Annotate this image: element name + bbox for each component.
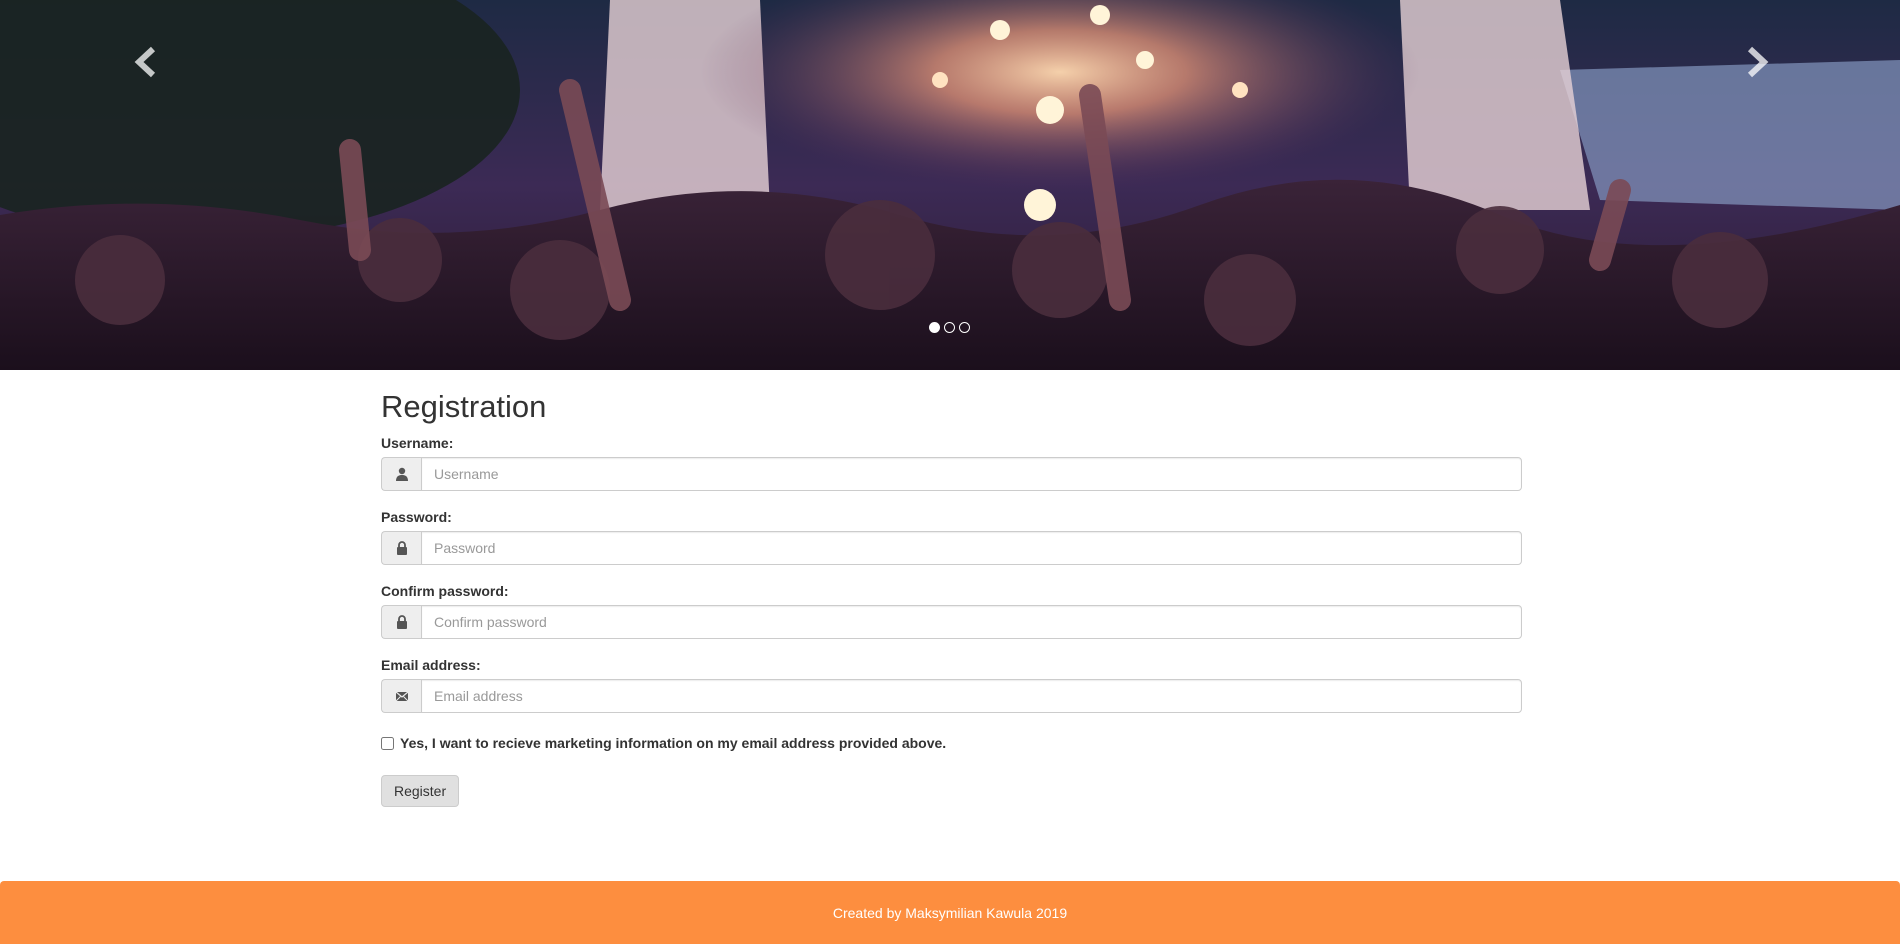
chevron-left-icon <box>134 46 156 78</box>
registration-form: Registration Username: Password: <box>381 370 1522 808</box>
username-label: Username: <box>381 435 454 452</box>
username-input[interactable] <box>421 457 1522 492</box>
footer-credit: Created by Maksymilian Kawula 2019 <box>832 904 1068 921</box>
carousel-indicator-2[interactable] <box>944 322 955 333</box>
lock-icon <box>396 615 407 630</box>
confirm-password-group: Confirm password: <box>381 583 1522 640</box>
username-group: Username: <box>381 435 1522 492</box>
email-input[interactable] <box>421 679 1522 714</box>
lock-icon-addon <box>381 531 421 566</box>
confirm-password-label: Confirm password: <box>381 583 509 600</box>
envelope-icon-addon <box>381 679 421 714</box>
email-label: Email address: <box>381 657 481 674</box>
marketing-consent-checkbox[interactable] <box>381 736 394 750</box>
carousel-indicator-3[interactable] <box>959 322 970 333</box>
page-title: Registration <box>381 389 547 424</box>
user-icon <box>395 467 408 482</box>
email-group: Email address: <box>381 657 1522 714</box>
footer: Created by Maksymilian Kawula 2019 <box>0 881 1900 944</box>
hero-carousel <box>0 0 1900 370</box>
lock-icon <box>396 541 407 556</box>
marketing-consent-row: Yes, I want to recieve marketing informa… <box>381 735 1522 751</box>
register-button[interactable]: Register <box>381 775 460 808</box>
password-group: Password: <box>381 509 1522 566</box>
marketing-consent-label: Yes, I want to recieve marketing informa… <box>400 735 947 752</box>
password-input[interactable] <box>421 531 1522 566</box>
carousel-indicators <box>929 322 970 333</box>
carousel-prev-button[interactable] <box>126 38 166 86</box>
user-icon-addon <box>381 457 421 492</box>
carousel-next-button[interactable] <box>1737 38 1777 86</box>
password-label: Password: <box>381 509 452 526</box>
concert-crowd-image <box>0 0 1900 370</box>
confirm-password-input[interactable] <box>421 605 1522 640</box>
carousel-indicator-1[interactable] <box>929 322 940 333</box>
chevron-right-icon <box>1747 46 1769 78</box>
lock-icon-addon <box>381 605 421 640</box>
envelope-icon <box>395 691 408 702</box>
